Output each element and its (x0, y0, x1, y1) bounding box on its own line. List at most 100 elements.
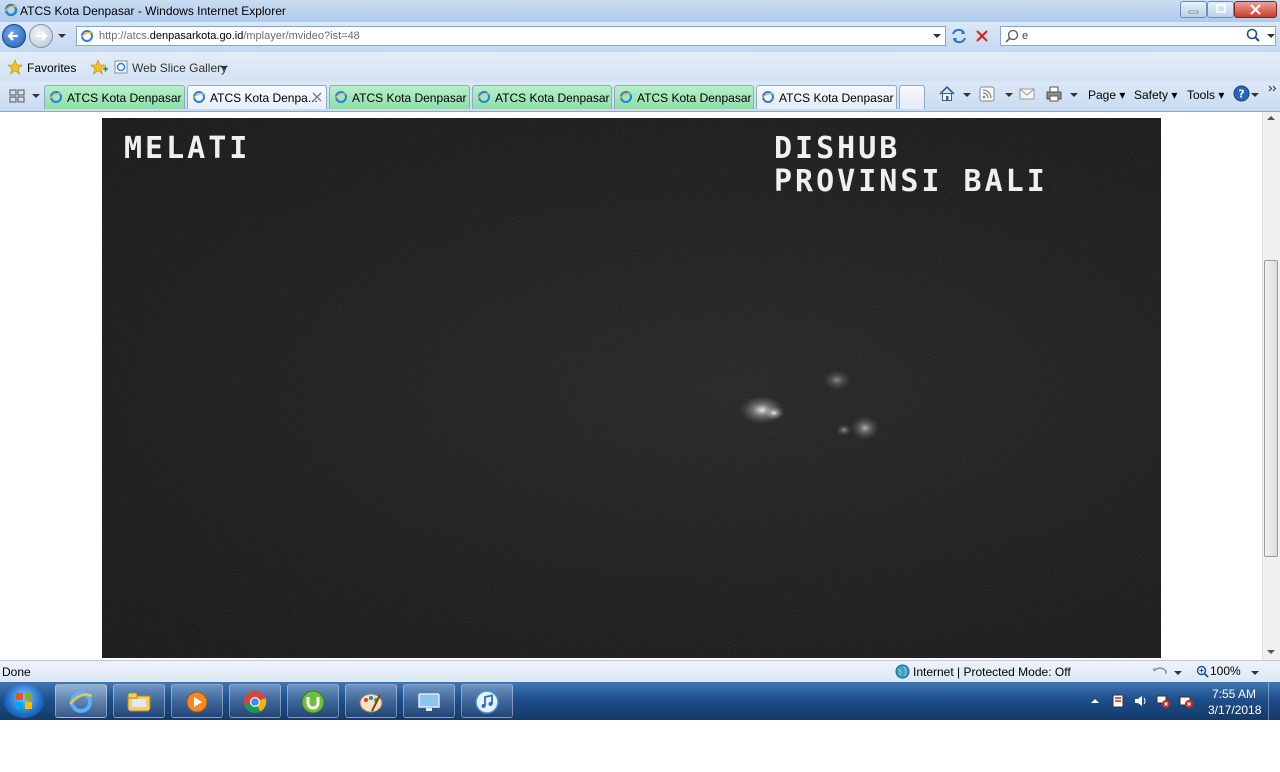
paint-palette-icon (359, 693, 383, 713)
tab-atcs-5[interactable]: ATCS Kota Denpasar (614, 85, 754, 109)
taskbar-remote-desktop[interactable] (403, 684, 455, 718)
tab-list-dropdown-icon[interactable] (31, 92, 41, 100)
restore-icon (1216, 4, 1226, 13)
tab-atcs-1[interactable]: ATCS Kota Denpasar (44, 85, 185, 109)
zone-dropdown-icon[interactable] (1173, 669, 1183, 677)
stop-icon[interactable] (974, 28, 990, 44)
web-slice-gallery-link[interactable]: Web Slice Gallery (132, 61, 227, 75)
search-value[interactable]: e (1022, 30, 1028, 42)
recent-pages-dropdown-icon[interactable] (57, 32, 67, 40)
svg-text:?: ? (1238, 88, 1244, 101)
home-dropdown-icon[interactable] (962, 91, 972, 99)
favorites-button[interactable]: Favorites (27, 61, 76, 75)
page-icon (80, 30, 94, 42)
scroll-down-arrow-icon[interactable] (1266, 648, 1276, 656)
clock-time[interactable]: 7:55 AM (1212, 687, 1256, 701)
feeds-dropdown-icon[interactable] (1004, 91, 1014, 99)
tab-label: ATCS Kota Denpasar (352, 91, 467, 105)
search-provider-icon[interactable] (1004, 28, 1020, 44)
help-icon[interactable]: ? (1233, 85, 1250, 102)
taskbar-chrome[interactable] (229, 684, 281, 718)
tab-ie-icon (49, 91, 63, 103)
tab-ie-icon (334, 91, 348, 103)
camera-operator-line1: DISHUB (774, 131, 901, 166)
taskbar-internet-explorer[interactable] (55, 684, 107, 718)
zoom-icon[interactable] (1196, 665, 1209, 678)
zoom-dropdown-icon[interactable] (1250, 669, 1260, 677)
tab-atcs-2-active[interactable]: ATCS Kota Denpa... (187, 85, 327, 109)
address-dropdown-icon[interactable] (932, 32, 942, 40)
scrollbar-thumb[interactable] (1264, 260, 1278, 557)
volume-icon[interactable] (1133, 693, 1149, 709)
power-status-icon[interactable] (1178, 693, 1194, 709)
safety-menu-button[interactable]: Safety ▾ (1134, 88, 1177, 102)
page-menu-label: Page (1088, 88, 1117, 102)
quick-tabs-icon[interactable] (9, 88, 25, 104)
show-desktop-button[interactable] (1268, 682, 1280, 720)
folder-icon (127, 692, 151, 712)
tools-menu-button[interactable]: Tools ▾ (1187, 88, 1224, 102)
taskbar-paint[interactable] (345, 684, 397, 718)
zoom-level[interactable]: 100% (1210, 664, 1241, 678)
close-button[interactable] (1234, 1, 1277, 18)
print-icon[interactable] (1045, 85, 1063, 103)
tab-atcs-4[interactable]: ATCS Kota Denpasar (472, 85, 612, 109)
print-dropdown-icon[interactable] (1069, 91, 1079, 99)
minimize-button[interactable] (1180, 1, 1207, 18)
security-zone-label[interactable]: Internet | Protected Mode: Off (913, 665, 1071, 679)
tab-atcs-3[interactable]: ATCS Kota Denpasar (329, 85, 470, 109)
web-slice-dropdown-icon[interactable] (219, 64, 229, 72)
start-button[interactable] (4, 684, 44, 718)
read-mail-icon[interactable] (1019, 87, 1035, 101)
search-options-icon[interactable] (1266, 32, 1276, 40)
utorrent-icon (301, 690, 325, 714)
tab-atcs-6[interactable]: ATCS Kota Denpasar (756, 85, 897, 109)
zoom-change-icon[interactable] (1152, 665, 1168, 678)
toolbar-overflow-chevron-icon[interactable] (1268, 84, 1278, 94)
show-hidden-icons-icon[interactable] (1090, 697, 1100, 705)
scroll-up-arrow-icon[interactable] (1266, 114, 1276, 122)
itunes-icon (475, 690, 499, 714)
help-dropdown-icon[interactable] (1250, 91, 1260, 99)
action-center-icon[interactable] (1110, 693, 1126, 709)
clock-date[interactable]: 3/17/2018 (1208, 703, 1261, 717)
taskbar-utorrent[interactable] (287, 684, 339, 718)
add-to-favorites-bar-icon[interactable] (90, 59, 108, 75)
tab-label: ATCS Kota Denpasar (779, 91, 894, 105)
window-title: ATCS Kota Denpasar - Windows Internet Ex… (20, 4, 286, 18)
url-prefix: http://atcs. (99, 30, 150, 42)
internet-explorer-icon (69, 691, 93, 713)
camera-operator-line2: PROVINSI BALI (774, 164, 1048, 199)
cctv-video-feed[interactable]: MELATI DISHUB PROVINSI BALI (102, 118, 1161, 658)
address-url[interactable]: http://atcs.denpasarkota.go.id/mplayer/m… (99, 30, 360, 42)
tab-ie-icon (477, 91, 491, 103)
home-icon[interactable] (938, 85, 956, 103)
taskbar-media-player[interactable] (171, 684, 223, 718)
internet-zone-globe-icon (895, 664, 910, 679)
compatibility-view-icon[interactable] (950, 27, 968, 45)
forward-button[interactable] (29, 24, 53, 48)
favorites-star-icon (7, 59, 23, 75)
taskbar-file-explorer[interactable] (113, 684, 165, 718)
tools-menu-label: Tools (1187, 88, 1216, 102)
search-input[interactable] (1000, 26, 1276, 46)
forward-arrow-icon (37, 31, 48, 41)
taskbar-itunes[interactable] (461, 684, 513, 718)
tab-close-icon[interactable] (312, 92, 322, 102)
page-menu-button[interactable]: Page ▾ (1088, 88, 1125, 102)
search-icon[interactable] (1245, 28, 1261, 44)
network-status-icon[interactable] (1155, 693, 1171, 709)
tab-ie-icon (619, 91, 633, 103)
back-button[interactable] (2, 24, 26, 48)
feeds-icon[interactable] (979, 86, 995, 102)
new-tab-button[interactable] (899, 85, 925, 109)
url-domain: denpasarkota.go.id (149, 30, 244, 42)
tab-label: ATCS Kota Denpa... (210, 91, 318, 105)
vehicle-light-glow (764, 406, 784, 420)
minimize-icon (1188, 10, 1199, 14)
url-path: /mplayer/mvideo?ist=48 (243, 30, 360, 42)
maximize-button[interactable] (1207, 1, 1234, 18)
status-bar (0, 660, 1280, 682)
tab-label: ATCS Kota Denpasar (67, 91, 182, 105)
tab-ie-icon (192, 91, 206, 103)
